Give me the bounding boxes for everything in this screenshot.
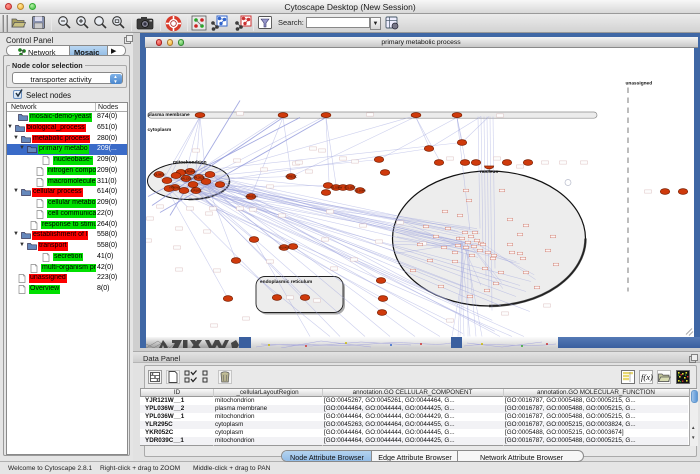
svg-text:YKR066C: YKR066C: [169, 185, 181, 189]
svg-text:plasma membrane: plasma membrane: [148, 112, 190, 118]
svg-text:YGR183C: YGR183C: [190, 188, 203, 192]
svg-text:unassigned: unassigned: [626, 80, 653, 86]
svg-text:cytoplasm: cytoplasm: [148, 127, 172, 133]
svg-text:nucleus: nucleus: [480, 169, 498, 175]
svg-text:YLR164W: YLR164W: [184, 169, 197, 173]
svg-text:mitochondrion: mitochondrion: [173, 159, 207, 165]
svg-text:YDL085W: YDL085W: [153, 172, 166, 176]
svg-text:endoplasmic reticulum: endoplasmic reticulum: [260, 279, 312, 285]
svg-text:YEL024W: YEL024W: [330, 185, 343, 189]
svg-text:YBL045C: YBL045C: [278, 245, 290, 249]
svg-text:f(x): f(x): [641, 372, 653, 382]
svg-text:YHR051W: YHR051W: [244, 194, 258, 198]
svg-text:YJL166W: YJL166W: [354, 188, 366, 192]
svg-text:YML120C: YML120C: [180, 176, 192, 180]
svg-text:YDR529C: YDR529C: [285, 174, 298, 178]
svg-text:YPL262W: YPL262W: [193, 175, 206, 179]
